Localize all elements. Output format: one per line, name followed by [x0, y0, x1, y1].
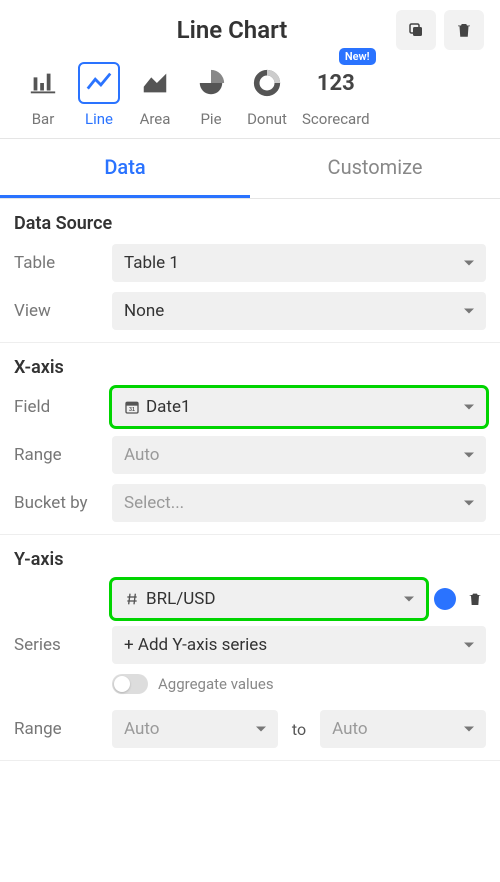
trash-icon: [467, 591, 483, 607]
add-series-label: + Add Y-axis series: [124, 635, 267, 655]
copy-icon: [407, 21, 425, 39]
view-select-value: None: [124, 301, 164, 321]
add-series-select[interactable]: + Add Y-axis series: [112, 626, 486, 664]
x-bucket-select[interactable]: Select...: [112, 484, 486, 522]
editor-tabs: Data Customize: [0, 139, 500, 199]
series-label: Series: [14, 635, 102, 655]
line-chart-icon: [78, 62, 120, 104]
table-label: Table: [14, 253, 102, 273]
section-title: Data Source: [14, 213, 486, 234]
bar-chart-icon: [22, 62, 64, 104]
section-y-axis: Y-axis BRL/USD: [0, 535, 500, 761]
x-bucket-value: Select...: [124, 493, 184, 513]
chart-type-label: Donut: [247, 110, 287, 128]
x-range-select[interactable]: Auto: [112, 436, 486, 474]
aggregate-label: Aggregate values: [158, 675, 274, 693]
header: Line Chart: [0, 0, 500, 58]
view-select[interactable]: None: [112, 292, 486, 330]
x-bucket-label: Bucket by: [14, 493, 102, 513]
x-field-value: Date1: [146, 397, 191, 417]
chart-type-bar[interactable]: Bar: [22, 62, 64, 128]
x-range-value: Auto: [124, 445, 159, 465]
section-data-source: Data Source Table Table 1 View None: [0, 199, 500, 343]
chart-type-line[interactable]: Line: [78, 62, 120, 128]
donut-chart-icon: [246, 62, 288, 104]
series-color-swatch[interactable]: [434, 588, 456, 610]
chart-type-donut[interactable]: Donut: [246, 62, 288, 128]
chart-type-selector: Bar Line Area: [0, 58, 500, 139]
table-select-value: Table 1: [124, 253, 179, 273]
range-to-label: to: [286, 720, 312, 739]
chart-type-area[interactable]: Area: [134, 62, 176, 128]
tab-customize[interactable]: Customize: [250, 139, 500, 198]
chart-type-label: Bar: [32, 110, 55, 128]
section-title: Y-axis: [14, 549, 486, 570]
hash-icon: [124, 591, 140, 607]
y-range-label: Range: [14, 719, 102, 739]
section-x-axis: X-axis Field 31 Date1 Range: [0, 343, 500, 535]
y-series-value: BRL/USD: [146, 589, 216, 609]
x-field-label: Field: [14, 397, 102, 417]
trash-icon: [455, 21, 473, 39]
x-field-select[interactable]: 31 Date1: [112, 388, 486, 426]
delete-series-button[interactable]: [464, 588, 486, 610]
chart-type-label: Area: [140, 110, 171, 128]
scorecard-icon: 123: [315, 62, 357, 104]
y-range-to-select[interactable]: Auto: [320, 710, 486, 748]
y-range-from-value: Auto: [124, 719, 159, 739]
area-chart-icon: [134, 62, 176, 104]
y-range-from-select[interactable]: Auto: [112, 710, 278, 748]
page-title: Line Chart: [76, 16, 388, 44]
table-select[interactable]: Table 1: [112, 244, 486, 282]
view-label: View: [14, 301, 102, 321]
chart-type-label: Line: [85, 110, 113, 128]
duplicate-button[interactable]: [396, 10, 436, 50]
aggregate-toggle[interactable]: [112, 674, 148, 694]
y-series-select[interactable]: BRL/USD: [112, 580, 426, 618]
svg-text:31: 31: [129, 407, 135, 413]
x-range-label: Range: [14, 445, 102, 465]
chart-type-pie[interactable]: Pie: [190, 62, 232, 128]
section-title: X-axis: [14, 357, 486, 378]
tab-data[interactable]: Data: [0, 139, 250, 198]
chart-type-label: Scorecard: [302, 110, 370, 128]
calendar-icon: 31: [124, 399, 140, 415]
delete-button[interactable]: [444, 10, 484, 50]
chart-type-label: Pie: [200, 110, 221, 128]
y-range-to-value: Auto: [332, 719, 367, 739]
chart-editor-panel: Line Chart: [0, 0, 500, 761]
pie-chart-icon: [190, 62, 232, 104]
chart-type-scorecard[interactable]: New! 123 Scorecard: [302, 62, 370, 128]
